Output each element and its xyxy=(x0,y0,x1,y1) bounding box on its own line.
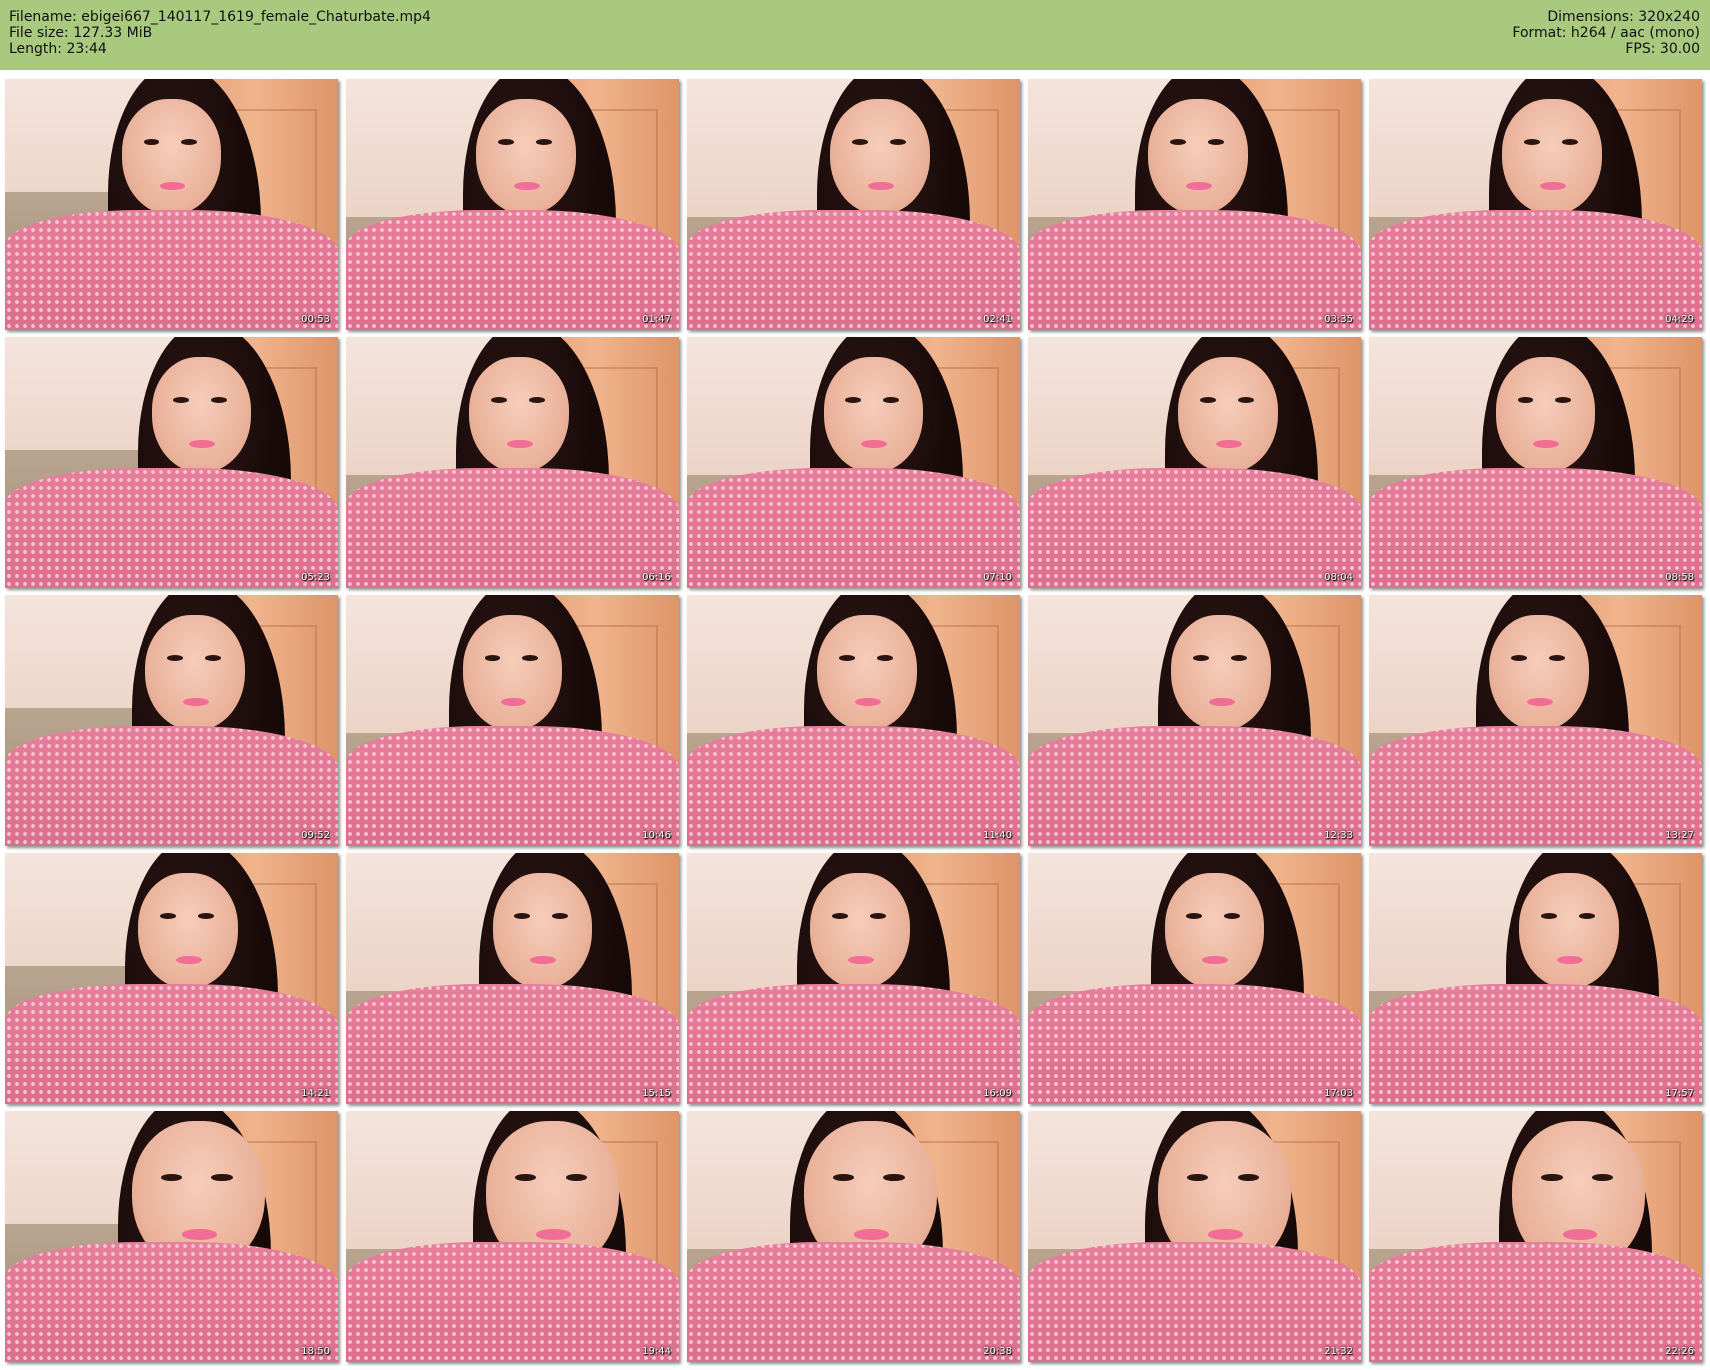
timestamp-label: 07:10 xyxy=(983,572,1012,583)
video-frame-image xyxy=(346,595,679,846)
media-info: Dimensions: 320x240 Format: h264 / aac (… xyxy=(1512,9,1700,57)
video-thumbnail[interactable]: 04:29 xyxy=(1369,79,1702,330)
video-thumbnail[interactable]: 17:03 xyxy=(1028,853,1361,1104)
video-frame-image xyxy=(687,853,1020,1104)
info-header: Filename: ebigei667_140117_1619_female_C… xyxy=(0,0,1710,70)
timestamp-label: 08:04 xyxy=(1324,572,1353,583)
video-frame-image xyxy=(5,1111,338,1362)
dimensions-text: Dimensions: 320x240 xyxy=(1547,9,1700,25)
video-frame-image xyxy=(5,79,338,330)
timestamp-label: 06:16 xyxy=(642,572,671,583)
video-thumbnail[interactable]: 20:38 xyxy=(687,1111,1020,1362)
video-thumbnail[interactable]: 01:47 xyxy=(346,79,679,330)
fps-text: FPS: 30.00 xyxy=(1625,41,1700,57)
timestamp-label: 05:23 xyxy=(301,572,330,583)
format-text: Format: h264 / aac (mono) xyxy=(1512,25,1700,41)
timestamp-label: 17:03 xyxy=(1324,1088,1353,1099)
video-thumbnail[interactable]: 08:04 xyxy=(1028,337,1361,588)
timestamp-label: 02:41 xyxy=(983,314,1012,325)
video-frame-image xyxy=(5,337,338,588)
video-thumbnail[interactable]: 08:58 xyxy=(1369,337,1702,588)
timestamp-label: 03:35 xyxy=(1324,314,1353,325)
video-thumbnail[interactable]: 16:09 xyxy=(687,853,1020,1104)
video-thumbnail[interactable]: 07:10 xyxy=(687,337,1020,588)
timestamp-label: 16:09 xyxy=(983,1088,1012,1099)
video-thumbnail[interactable]: 21:32 xyxy=(1028,1111,1361,1362)
length-text: Length: 23:44 xyxy=(9,41,107,57)
timestamp-label: 22:26 xyxy=(1665,1346,1694,1357)
video-frame-image xyxy=(346,853,679,1104)
video-frame-image xyxy=(1028,595,1361,846)
video-frame-image xyxy=(1028,1111,1361,1362)
timestamp-label: 18:50 xyxy=(301,1346,330,1357)
timestamp-label: 11:40 xyxy=(983,830,1012,841)
timestamp-label: 19:44 xyxy=(642,1346,671,1357)
video-thumbnail[interactable]: 03:35 xyxy=(1028,79,1361,330)
video-frame-image xyxy=(346,79,679,330)
video-thumbnail[interactable]: 19:44 xyxy=(346,1111,679,1362)
timestamp-label: 15:15 xyxy=(642,1088,671,1099)
video-thumbnail[interactable]: 09:52 xyxy=(5,595,338,846)
video-frame-image xyxy=(1369,79,1702,330)
timestamp-label: 09:52 xyxy=(301,830,330,841)
video-frame-image xyxy=(1028,79,1361,330)
video-frame-image xyxy=(1028,337,1361,588)
video-frame-image xyxy=(687,595,1020,846)
timestamp-label: 10:46 xyxy=(642,830,671,841)
timestamp-label: 14:21 xyxy=(301,1088,330,1099)
video-frame-image xyxy=(1369,1111,1702,1362)
filename-text: Filename: ebigei667_140117_1619_female_C… xyxy=(9,9,431,25)
video-thumbnail[interactable]: 05:23 xyxy=(5,337,338,588)
timestamp-label: 21:32 xyxy=(1324,1346,1353,1357)
video-thumbnail[interactable]: 10:46 xyxy=(346,595,679,846)
video-thumbnail[interactable]: 11:40 xyxy=(687,595,1020,846)
timestamp-label: 17:57 xyxy=(1665,1088,1694,1099)
video-frame-image xyxy=(687,79,1020,330)
timestamp-label: 08:58 xyxy=(1665,572,1694,583)
video-frame-image xyxy=(1028,853,1361,1104)
video-frame-image xyxy=(1369,337,1702,588)
video-thumbnail[interactable]: 15:15 xyxy=(346,853,679,1104)
file-info: Filename: ebigei667_140117_1619_female_C… xyxy=(9,9,431,57)
timestamp-label: 01:47 xyxy=(642,314,671,325)
contact-sheet: Filename: ebigei667_140117_1619_female_C… xyxy=(0,0,1710,1370)
video-thumbnail[interactable]: 00:53 xyxy=(5,79,338,330)
timestamp-label: 13:27 xyxy=(1665,830,1694,841)
timestamp-label: 12:33 xyxy=(1324,830,1353,841)
video-thumbnail[interactable]: 06:16 xyxy=(346,337,679,588)
video-frame-image xyxy=(346,337,679,588)
thumbnail-grid: 00:53 01:47 02:41 03:35 04:29 05:23 06:16 07:10… xyxy=(5,79,1706,1362)
video-frame-image xyxy=(1369,595,1702,846)
video-thumbnail[interactable]: 14:21 xyxy=(5,853,338,1104)
video-frame-image xyxy=(346,1111,679,1362)
timestamp-label: 04:29 xyxy=(1665,314,1694,325)
video-thumbnail[interactable]: 12:33 xyxy=(1028,595,1361,846)
video-thumbnail[interactable]: 02:41 xyxy=(687,79,1020,330)
timestamp-label: 00:53 xyxy=(301,314,330,325)
video-thumbnail[interactable]: 13:27 xyxy=(1369,595,1702,846)
video-thumbnail[interactable]: 22:26 xyxy=(1369,1111,1702,1362)
video-frame-image xyxy=(5,853,338,1104)
video-frame-image xyxy=(687,1111,1020,1362)
timestamp-label: 20:38 xyxy=(983,1346,1012,1357)
video-thumbnail[interactable]: 17:57 xyxy=(1369,853,1702,1104)
video-thumbnail[interactable]: 18:50 xyxy=(5,1111,338,1362)
filesize-text: File size: 127.33 MiB xyxy=(9,25,153,41)
video-frame-image xyxy=(1369,853,1702,1104)
video-frame-image xyxy=(5,595,338,846)
video-frame-image xyxy=(687,337,1020,588)
